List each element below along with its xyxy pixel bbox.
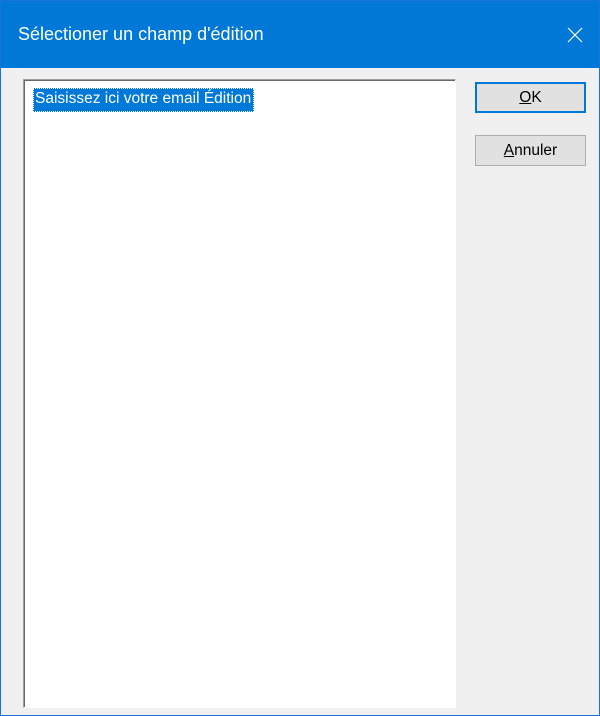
cancel-button[interactable]: Annuler — [475, 135, 586, 166]
close-icon — [567, 27, 583, 43]
field-listbox[interactable]: Saisissez ici votre email Édition — [23, 79, 456, 708]
dialog-body: Saisissez ici votre email Édition OK Ann… — [1, 68, 599, 715]
dialog-window: Sélectioner un champ d'édition Saisissez… — [0, 0, 600, 716]
ok-label: K — [531, 89, 542, 106]
list-item[interactable]: Saisissez ici votre email Édition — [33, 88, 255, 112]
title-bar[interactable]: Sélectioner un champ d'édition — [1, 1, 599, 68]
close-button[interactable] — [551, 1, 599, 68]
ok-mnemonic: O — [519, 89, 532, 106]
cancel-mnemonic: A — [503, 142, 515, 159]
cancel-label: nnuler — [514, 142, 558, 159]
dialog-title: Sélectioner un champ d'édition — [18, 24, 264, 44]
ok-button[interactable]: OK — [475, 82, 586, 113]
